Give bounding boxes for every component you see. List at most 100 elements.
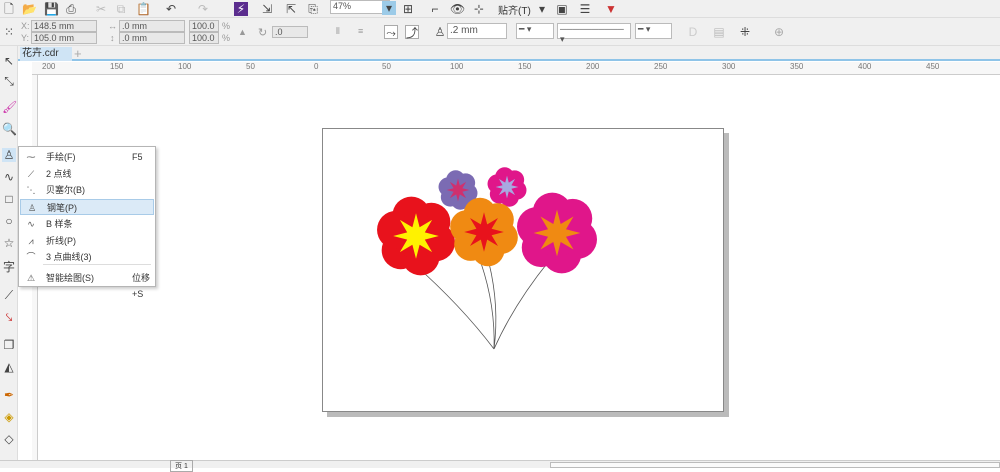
- menu-item-shortcut: F5: [132, 152, 143, 162]
- export-icon[interactable]: ⇱: [284, 2, 298, 16]
- height-field[interactable]: .0 mm: [119, 32, 185, 44]
- lock-ratio-icon[interactable]: ▲: [238, 27, 247, 37]
- cut-icon[interactable]: ✂: [94, 2, 108, 16]
- document-tabs: 花卉.cdr +: [18, 46, 1000, 61]
- line-style-select[interactable]: ────────── ▾: [557, 23, 631, 44]
- welcome-icon[interactable]: ▼: [604, 2, 618, 16]
- print-icon[interactable]: ⎙: [64, 2, 78, 16]
- ellipse-tool-icon[interactable]: ○: [2, 214, 16, 228]
- menu-item[interactable]: ⚠ 智能绘图(S) 位移+S: [20, 270, 154, 299]
- polygon-tool-icon[interactable]: ☆: [2, 236, 16, 250]
- menu-item[interactable]: ∿ B 样条: [20, 216, 154, 232]
- dashed-box-icon[interactable]: ⁜: [738, 25, 752, 39]
- percent-label: %: [222, 33, 231, 43]
- flower-star: [533, 209, 581, 257]
- auto-close-curve-icon[interactable]: ⤳: [384, 25, 398, 40]
- flower-star: [446, 178, 470, 202]
- menu-item[interactable]: ⋱ 贝塞尔(B): [20, 182, 154, 198]
- ruler-label: 100: [450, 62, 464, 71]
- ruler-label: 200: [586, 62, 600, 71]
- import-icon[interactable]: ⇲: [260, 2, 274, 16]
- stem: [412, 262, 495, 350]
- dimension-tool-icon[interactable]: ⟋: [2, 288, 16, 302]
- zoom-level-select[interactable]: 47%: [330, 0, 390, 14]
- width-field[interactable]: .0 mm: [119, 20, 185, 32]
- page-tab[interactable]: 页 1: [170, 460, 193, 472]
- options-icon[interactable]: ☰: [578, 2, 592, 16]
- launcher-icon[interactable]: ⚡: [234, 2, 248, 16]
- menu-item[interactable]: ⁓ 手绘(F) F5: [20, 149, 154, 165]
- full-screen-icon[interactable]: ⊞: [401, 2, 415, 16]
- menu-item[interactable]: ⩘ 折线(P): [20, 233, 154, 249]
- pen-icon: ♙: [27, 203, 37, 214]
- redo-icon[interactable]: ↷: [196, 2, 210, 16]
- close-curve-icon[interactable]: D: [686, 25, 700, 39]
- menu-item[interactable]: ♙ 钢笔(P): [20, 199, 154, 216]
- zoom-tool-icon[interactable]: 🔍: [2, 122, 17, 136]
- mirror-horizontal-icon[interactable]: ⫴: [336, 26, 340, 37]
- horizontal-ruler[interactable]: 200 150 100 50 0 50 100 150 200 250 300 350 400 450: [32, 62, 1000, 75]
- rulers-icon[interactable]: ⌐: [428, 2, 442, 16]
- guidelines-icon[interactable]: ⊹: [472, 2, 486, 16]
- fill-tool-icon[interactable]: ◈: [2, 410, 16, 424]
- new-icon[interactable]: 🗋: [2, 2, 16, 16]
- rotation-value: .0: [275, 27, 283, 37]
- connector-tool-icon[interactable]: ⤥: [2, 310, 16, 324]
- stem: [493, 260, 550, 350]
- drawing-page[interactable]: [322, 128, 724, 412]
- chevron-down-icon[interactable]: ▾: [535, 2, 549, 16]
- mirror-vertical-icon[interactable]: ≡: [358, 26, 363, 36]
- reference-point-icon[interactable]: ⁙: [2, 25, 16, 39]
- artistic-media-icon[interactable]: 🖌: [2, 100, 17, 114]
- undo-icon[interactable]: ↶: [164, 2, 178, 16]
- transparency-tool-icon[interactable]: ◭: [2, 360, 16, 374]
- rectangle-tool-icon[interactable]: □: [2, 192, 16, 206]
- new-tab-icon[interactable]: +: [74, 46, 82, 61]
- publish-pdf-icon[interactable]: ⎘: [306, 2, 320, 16]
- b-spline-icon: ∿: [27, 218, 35, 229]
- menu-item-label: 智能绘图(S): [46, 272, 94, 283]
- smart-fill-icon[interactable]: ◇: [2, 432, 16, 446]
- chevron-down-icon[interactable]: ▾: [382, 1, 396, 15]
- paste-icon[interactable]: 📋: [136, 2, 151, 16]
- add-icon[interactable]: ⊕: [772, 25, 786, 39]
- menu-item-label: 贝塞尔(B): [46, 185, 85, 196]
- copy-icon[interactable]: ⧉: [114, 2, 128, 16]
- menu-item-label: 钢笔(P): [47, 203, 77, 214]
- document-tab[interactable]: 花卉.cdr: [20, 47, 72, 61]
- start-arrowhead-select[interactable]: ━ ▾: [516, 23, 554, 39]
- y-position-field[interactable]: 105.0 mm: [31, 32, 97, 44]
- ruler-label: 400: [858, 62, 872, 71]
- two-point-line-icon: ⟋: [27, 168, 35, 179]
- three-point-curve-icon: ⌒: [26, 252, 36, 263]
- save-icon[interactable]: 💾: [44, 2, 59, 16]
- menu-item-label: 2 点线: [46, 168, 72, 179]
- snap-to-menu[interactable]: 贴齐(T): [498, 2, 531, 17]
- pen-tool-icon[interactable]: ♙: [2, 148, 16, 162]
- menu-item[interactable]: ⌒ 3 点曲线(3): [20, 249, 154, 265]
- x-position-field[interactable]: 148.5 mm: [31, 20, 97, 32]
- curve-tools-flyout: ⁓ 手绘(F) F5 ⟋ 2 点线 ⋱ 贝塞尔(B) ♙ 钢笔(P) ∿ B 样条 ⩘ 折线(P) ⌒ 3 …: [18, 146, 156, 299]
- end-arrowhead-select[interactable]: ━ ▾: [635, 23, 672, 39]
- view-icon[interactable]: 👁: [450, 2, 465, 16]
- scale-x-field[interactable]: 100.0: [189, 20, 219, 32]
- menu-item[interactable]: ⟋ 2 点线: [20, 166, 154, 182]
- ruler-label: 450: [926, 62, 940, 71]
- rotate-icon: ↻: [258, 27, 268, 39]
- flower-artwork[interactable]: [323, 129, 725, 413]
- preview-mode-icon[interactable]: ⤴: [405, 25, 419, 40]
- width-value: .0 mm: [122, 21, 148, 31]
- eyedropper-tool-icon[interactable]: ✒: [2, 388, 16, 402]
- outline-width-select[interactable]: .2 mm: [447, 23, 507, 39]
- text-tool-icon[interactable]: 字: [2, 260, 16, 274]
- shadow-tool-icon[interactable]: ❐: [2, 338, 16, 352]
- rotation-field[interactable]: .0: [272, 26, 308, 38]
- wrap-text-icon[interactable]: ▤: [712, 25, 726, 39]
- horizontal-scrollbar[interactable]: [550, 462, 1000, 468]
- curve-tool-icon[interactable]: ∿: [2, 170, 16, 184]
- open-icon[interactable]: 📂: [22, 2, 37, 16]
- pick-tool-icon[interactable]: ↖: [2, 54, 16, 68]
- shape-tool-icon[interactable]: ⤡: [2, 74, 16, 88]
- scale-y-field[interactable]: 100.0: [189, 32, 219, 44]
- application-launcher-icon[interactable]: ▣: [555, 2, 569, 16]
